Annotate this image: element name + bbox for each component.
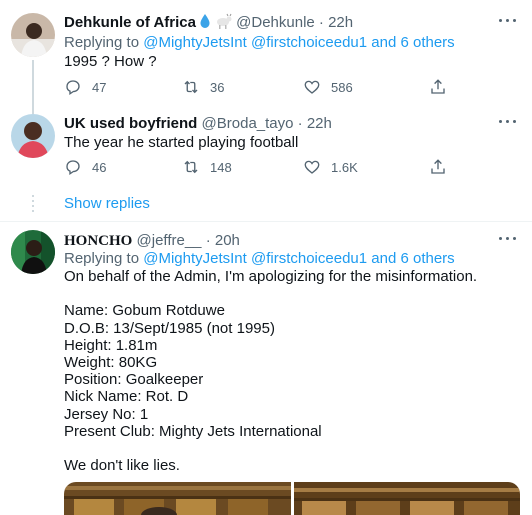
tweet-line bbox=[64, 285, 477, 302]
retweet-button[interactable]: 148 bbox=[182, 158, 232, 176]
like-button[interactable]: 1.6K bbox=[303, 158, 358, 176]
tweet-line: Name: Gobum Rotduwe bbox=[64, 302, 225, 320]
retweet-count: 36 bbox=[210, 79, 225, 95]
goat-emoji bbox=[214, 13, 232, 34]
reply-button[interactable]: 46 bbox=[64, 158, 106, 176]
mention-others[interactable]: and 6 others bbox=[371, 34, 454, 51]
mention-firstchoiceedu1[interactable]: @firstchoiceedu1 bbox=[251, 34, 367, 51]
mention-mightyjetsint[interactable]: @MightyJetsInt bbox=[143, 250, 247, 267]
share-icon bbox=[431, 159, 445, 174]
thread-dots bbox=[32, 195, 34, 215]
tweet-line: Weight: 80KG bbox=[64, 354, 158, 371]
tweet-header: HONCHO @jeffre__ · 20h bbox=[64, 231, 240, 251]
retweet-icon bbox=[184, 160, 198, 174]
display-name[interactable]: UK used boyfriend bbox=[64, 115, 197, 132]
avatar-honcho[interactable] bbox=[11, 230, 55, 274]
separator: · bbox=[318, 14, 324, 31]
reply-icon bbox=[66, 160, 80, 176]
tweet-broda-tayo[interactable]: UK used boyfriend @Broda_tayo · 22h The … bbox=[0, 100, 532, 185]
like-icon bbox=[304, 80, 320, 94]
share-button[interactable] bbox=[429, 78, 447, 101]
tweet-actions: 47 36 586 bbox=[64, 78, 464, 98]
more-icon[interactable] bbox=[498, 17, 518, 25]
mention-mightyjetsint[interactable]: @MightyJetsInt bbox=[143, 34, 247, 51]
tweet-honcho[interactable]: HONCHO @jeffre__ · 20h Replying to @Migh… bbox=[0, 222, 532, 515]
tweet-line: Jersey No: 1 bbox=[64, 405, 149, 423]
handle[interactable]: @Dehkunle bbox=[236, 14, 315, 31]
reply-count: 46 bbox=[92, 159, 107, 175]
share-button[interactable] bbox=[429, 158, 447, 181]
more-icon[interactable] bbox=[498, 118, 518, 126]
like-count: 586 bbox=[331, 79, 353, 95]
reply-button[interactable]: 47 bbox=[64, 78, 106, 96]
tweet-body: On behalf of the Admin, I'm apologizing … bbox=[64, 268, 477, 474]
tweet-text: The year he started playing football bbox=[64, 134, 299, 151]
tweet-line: On behalf of the Admin, I'm apologizing … bbox=[64, 268, 478, 285]
tweet-actions: 46 148 1.6K bbox=[64, 158, 464, 178]
more-icon[interactable] bbox=[498, 235, 518, 243]
tweet-photo-1[interactable] bbox=[64, 482, 291, 515]
like-icon bbox=[304, 160, 320, 174]
tweet-photo-2[interactable] bbox=[294, 482, 520, 515]
reply-icon bbox=[66, 80, 80, 96]
tweet-line: Nick Name: Rot. D bbox=[64, 388, 189, 406]
tweet-header: Dehkunle of Africa @Dehkunle · 22h bbox=[64, 13, 353, 34]
display-name[interactable]: HONCHO bbox=[64, 233, 132, 249]
mention-firstchoiceedu1[interactable]: @firstchoiceedu1 bbox=[251, 250, 367, 267]
retweet-icon bbox=[184, 80, 198, 94]
avatar-broda-tayo[interactable] bbox=[11, 114, 55, 158]
tweet-line: We don't like lies. bbox=[64, 457, 180, 475]
reply-count: 47 bbox=[92, 79, 107, 95]
timestamp[interactable]: 22h bbox=[328, 14, 353, 31]
tweet-line: Height: 1.81m bbox=[64, 336, 158, 354]
tweet-line: Position: Goalkeeper bbox=[64, 371, 204, 389]
display-name[interactable]: Dehkunle of Africa bbox=[64, 14, 196, 31]
replying-prefix: Replying to bbox=[64, 34, 140, 51]
like-count: 1.6K bbox=[331, 159, 358, 175]
tweet-line: D.O.B: 13/Sept/1985 (not 1995) bbox=[64, 319, 275, 337]
avatar-dehkunle[interactable] bbox=[11, 13, 55, 57]
separator: · bbox=[297, 115, 303, 132]
tweet-dehkunle[interactable]: Dehkunle of Africa @Dehkunle · 22h Reply… bbox=[0, 0, 532, 114]
timestamp[interactable]: 22h bbox=[307, 115, 332, 132]
mention-others[interactable]: and 6 others bbox=[371, 250, 454, 267]
retweet-button[interactable]: 36 bbox=[182, 78, 224, 96]
water-drop-emoji bbox=[199, 13, 211, 34]
tweet-line bbox=[64, 440, 477, 457]
handle[interactable]: @jeffre__ bbox=[137, 232, 202, 249]
tweet-text: 1995 ? How ? bbox=[64, 53, 157, 70]
share-icon bbox=[431, 79, 445, 94]
like-button[interactable]: 586 bbox=[303, 78, 353, 96]
retweet-count: 148 bbox=[210, 159, 232, 175]
show-replies-link[interactable]: Show replies bbox=[64, 195, 150, 212]
replying-prefix: Replying to bbox=[64, 250, 140, 267]
tweet-line: Present Club: Mighty Jets International bbox=[64, 422, 322, 440]
handle[interactable]: @Broda_tayo bbox=[202, 115, 294, 132]
tweet-header: UK used boyfriend @Broda_tayo · 22h bbox=[64, 114, 332, 133]
replying-to: Replying to @MightyJetsInt @firstchoicee… bbox=[64, 249, 455, 268]
replying-to: Replying to @MightyJetsInt @firstchoicee… bbox=[64, 33, 455, 52]
separator: · bbox=[205, 232, 211, 249]
timestamp[interactable]: 20h bbox=[215, 232, 240, 249]
